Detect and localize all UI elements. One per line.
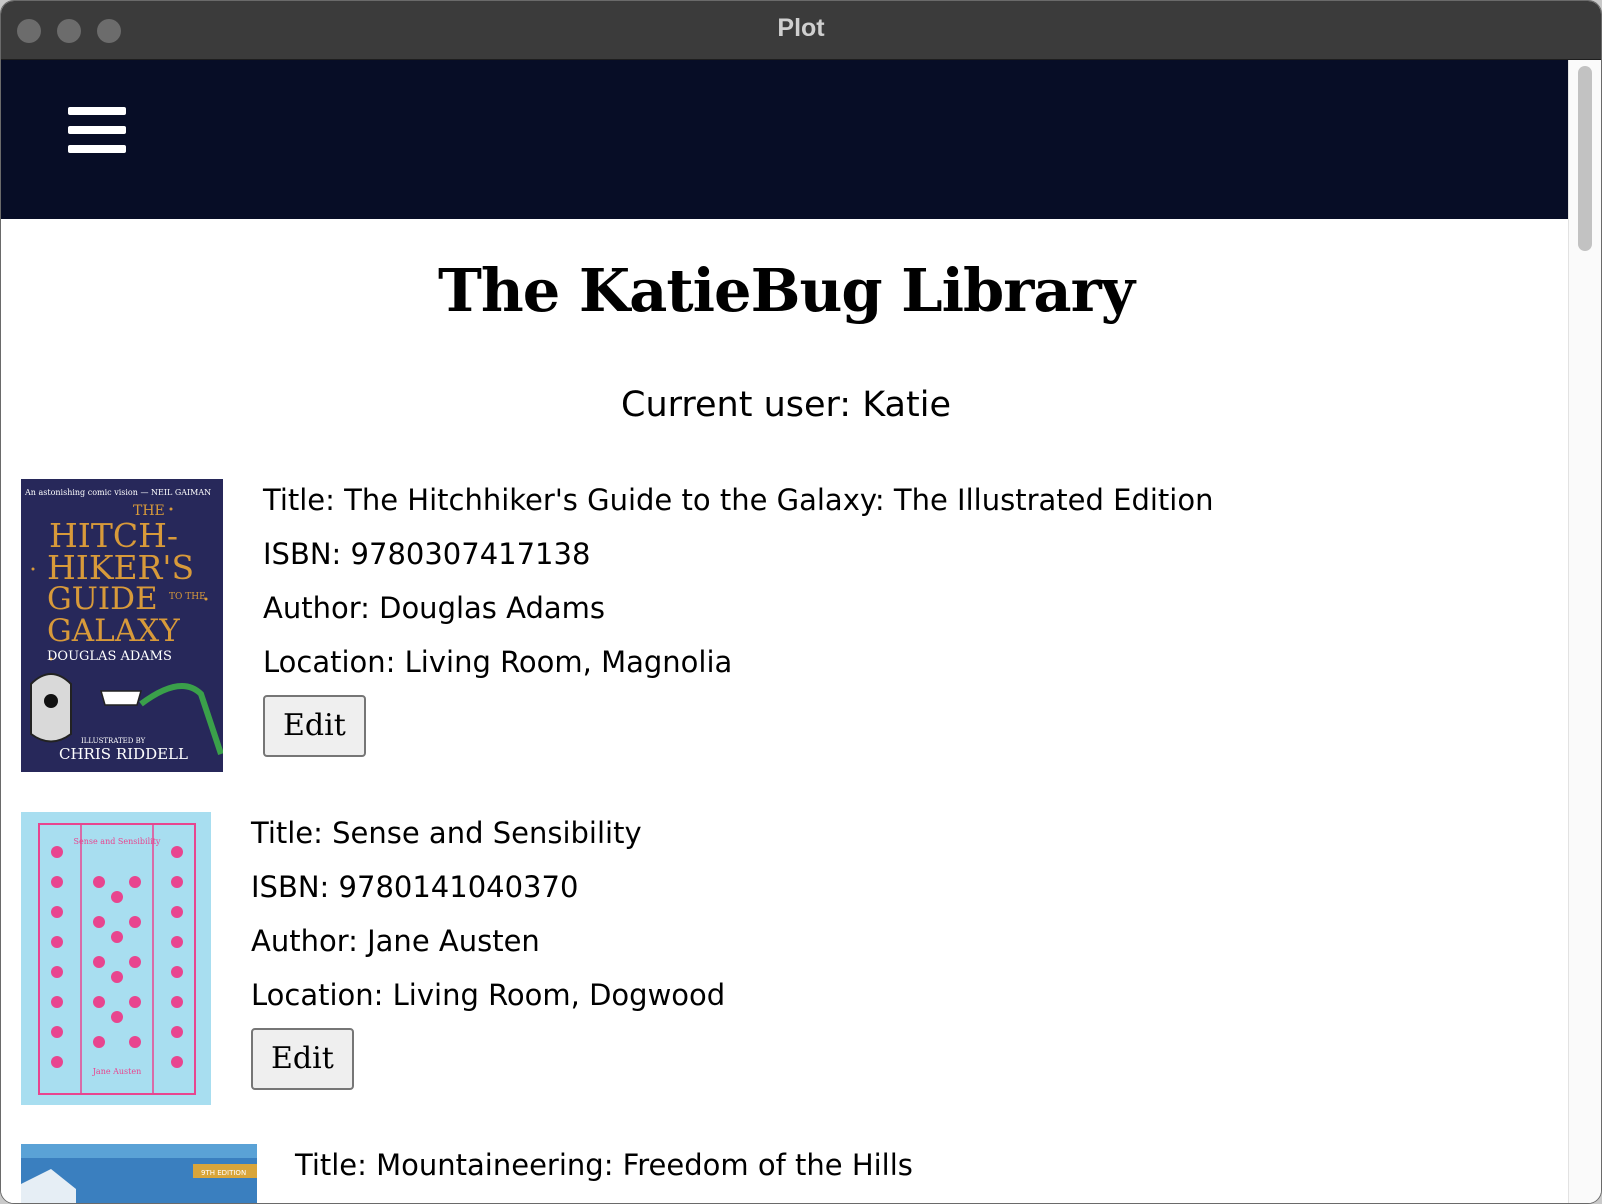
- svg-text:GALAXY: GALAXY: [47, 613, 180, 649]
- book-location: Location: Living Room, Magnolia: [263, 645, 733, 679]
- svg-text:GUIDE: GUIDE: [47, 581, 158, 617]
- book-info: Title: Sense and Sensibility ISBN: 97801…: [251, 818, 725, 1090]
- edit-button[interactable]: Edit: [263, 695, 366, 757]
- hitchhiker-cover-art: An astonishing comic vision — NEIL GAIMA…: [21, 479, 223, 772]
- title-bar: Plot: [1, 1, 1601, 60]
- book-title: Title: Mountaineering: Freedom of the Hi…: [295, 1148, 913, 1182]
- book-isbn: ISBN: 9780141040370: [251, 870, 579, 904]
- page-title: The KatieBug Library: [438, 256, 1135, 325]
- svg-text:DOUGLAS ADAMS: DOUGLAS ADAMS: [47, 649, 172, 664]
- vertical-scrollbar[interactable]: [1568, 60, 1601, 1203]
- current-user-label: Current user: Katie: [621, 385, 951, 425]
- book-info: Title: Mountaineering: Freedom of the Hi…: [295, 1150, 913, 1203]
- svg-text:Jane Austen: Jane Austen: [92, 1067, 142, 1076]
- book-location: Location: Living Room, Dogwood: [251, 978, 726, 1012]
- book-isbn: ISBN: 9780307417138: [263, 537, 591, 571]
- svg-text:An astonishing comic vision —: An astonishing comic vision — NEIL GAIMA…: [24, 488, 211, 497]
- svg-text:Sense and Sensibility: Sense and Sensibility: [74, 837, 161, 846]
- mountaineering-cover-art: 9TH EDITION: [21, 1144, 257, 1203]
- book-author: Author: Douglas Adams: [263, 591, 605, 625]
- book-author: Author: Jane Austen: [251, 924, 540, 958]
- scrollbar-thumb[interactable]: [1578, 66, 1592, 251]
- book-cover-image: An astonishing comic vision — NEIL GAIMA…: [21, 479, 223, 772]
- app-window: Plot The KatieBug Library Current user: …: [0, 0, 1602, 1204]
- edit-button[interactable]: Edit: [251, 1028, 354, 1090]
- book-title: Title: Sense and Sensibility: [251, 816, 642, 850]
- book-info: Title: The Hitchhiker's Guide to the Gal…: [263, 485, 1213, 757]
- hamburger-menu-icon[interactable]: [68, 107, 126, 159]
- navbar: [1, 60, 1571, 219]
- book-cover-image: 9TH EDITION: [21, 1144, 257, 1203]
- svg-text:ILLUSTRATED BY: ILLUSTRATED BY: [81, 737, 146, 745]
- window-title: Plot: [777, 14, 825, 42]
- book-cover-image: Sense and Sensibility Jane Austen: [21, 812, 211, 1105]
- svg-text:CHRIS RIDDELL: CHRIS RIDDELL: [59, 745, 188, 763]
- sense-sensibility-cover-art: Sense and Sensibility Jane Austen: [21, 812, 211, 1105]
- book-title: Title: The Hitchhiker's Guide to the Gal…: [263, 483, 1214, 517]
- svg-text:TO THE: TO THE: [169, 592, 206, 602]
- page-viewport: The KatieBug Library Current user: Katie…: [1, 60, 1571, 1203]
- svg-text:9TH EDITION: 9TH EDITION: [201, 1169, 246, 1177]
